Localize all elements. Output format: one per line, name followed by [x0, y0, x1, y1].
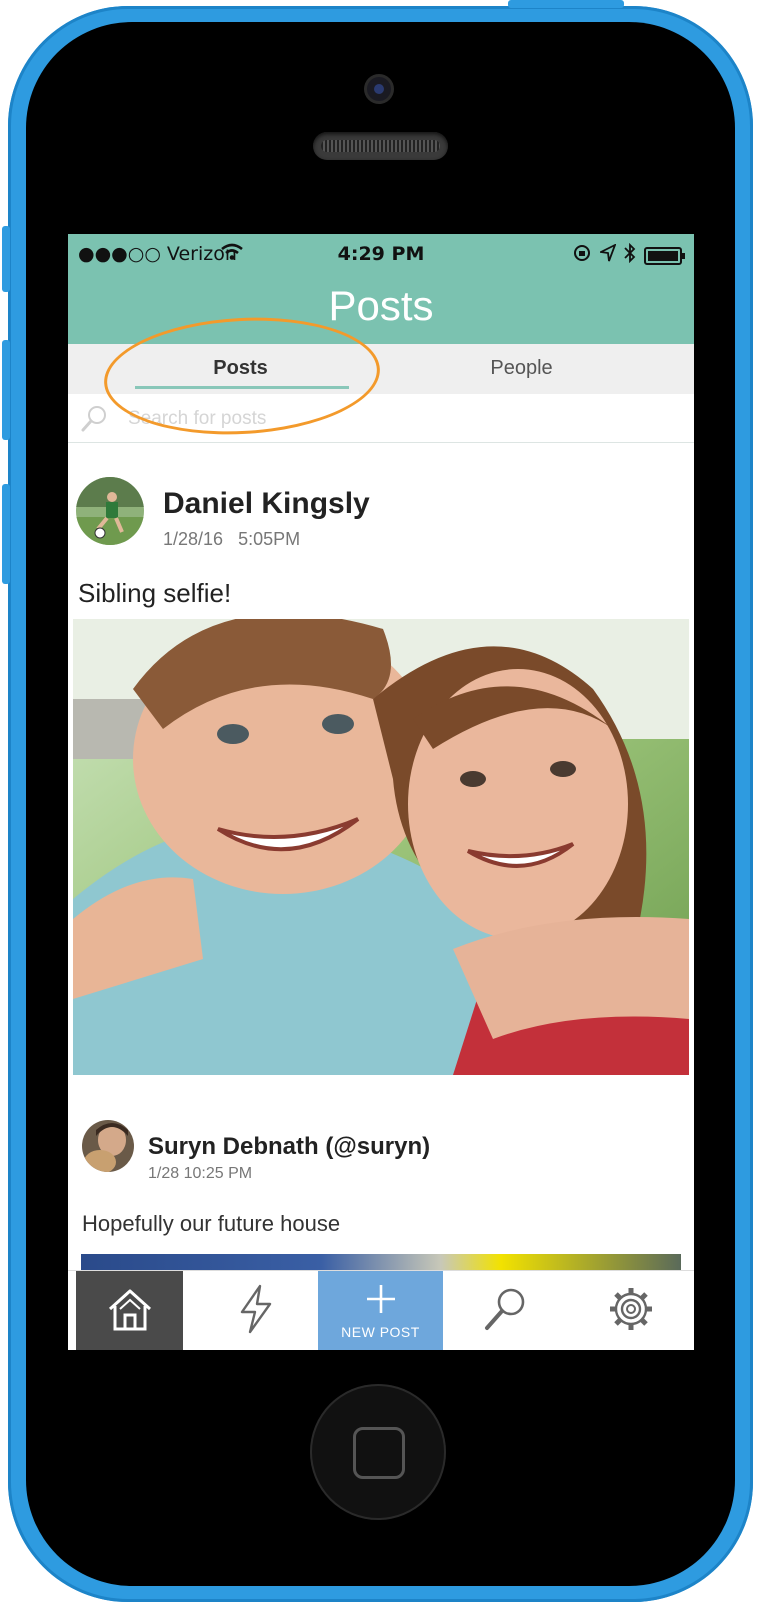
power-button — [508, 0, 624, 8]
post-timestamp: 1/28/16 5:05PM — [163, 529, 300, 550]
tab-home[interactable] — [76, 1271, 183, 1350]
lightning-icon — [236, 1284, 276, 1338]
bluetooth-icon — [624, 242, 636, 268]
earpiece-speaker — [313, 132, 448, 160]
avatar[interactable] — [76, 477, 144, 545]
volume-down-button — [2, 484, 10, 584]
post-caption: Hopefully our future house — [82, 1211, 341, 1236]
battery-icon — [644, 246, 685, 265]
status-bar: ●●●○○ Verizon 4:29 PM — [68, 234, 694, 274]
home-icon — [106, 1285, 154, 1337]
post-date: 1/28/16 — [163, 529, 224, 549]
search-icon — [80, 403, 110, 437]
orientation-lock-icon — [572, 243, 592, 268]
status-right — [572, 242, 685, 268]
page-title: Posts — [328, 282, 434, 329]
search-icon — [481, 1284, 531, 1338]
tab-activity[interactable] — [193, 1271, 318, 1350]
post-author[interactable]: Daniel Kingsly — [163, 487, 370, 521]
post-author[interactable]: Suryn Debnath (@suryn) — [148, 1133, 430, 1161]
mute-switch — [2, 226, 10, 292]
gear-icon — [606, 1284, 656, 1338]
avatar[interactable] — [82, 1120, 134, 1172]
new-post-label: NEW POST — [341, 1324, 420, 1340]
volume-up-button — [2, 340, 10, 440]
post-date: 1/28 10:25 PM — [148, 1165, 253, 1182]
post-photo[interactable] — [73, 619, 689, 1075]
front-camera — [367, 77, 391, 101]
home-button[interactable] — [310, 1384, 446, 1520]
post-caption: Sibling selfie! — [78, 578, 232, 608]
plus-icon — [364, 1282, 398, 1320]
bottom-tab-bar: NEW POST — [68, 1270, 694, 1350]
post-time: 5:05PM — [238, 529, 301, 549]
tab-people[interactable]: People — [365, 344, 678, 394]
tab-search[interactable] — [443, 1271, 568, 1350]
new-post-button[interactable]: NEW POST — [318, 1271, 443, 1350]
location-icon — [598, 243, 617, 267]
tab-settings[interactable] — [568, 1271, 694, 1350]
